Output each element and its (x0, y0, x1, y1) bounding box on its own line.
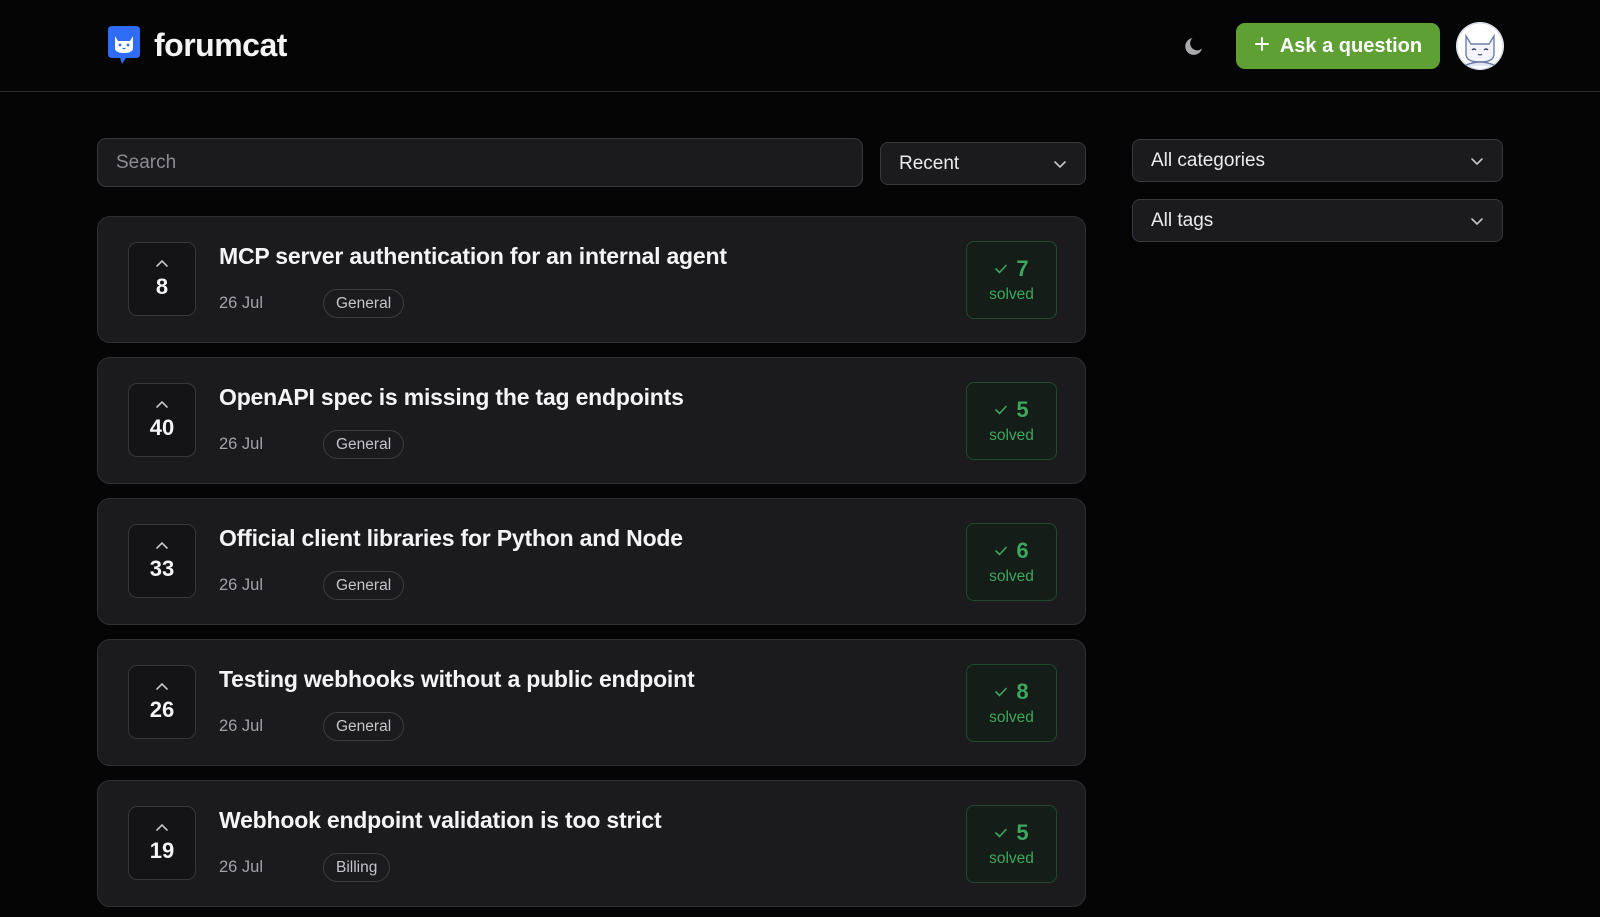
check-icon (995, 546, 1008, 556)
vote-count: 8 (155, 274, 169, 299)
post-card[interactable]: 26 Testing webhooks without a public end… (97, 639, 1086, 766)
solved-badge: 5 solved (966, 805, 1057, 883)
tags-select[interactable]: All tags (1132, 199, 1503, 242)
post-date: 26 Jul (219, 294, 264, 312)
chevron-up-icon (156, 823, 168, 831)
category-select[interactable]: All categories (1132, 139, 1503, 182)
post-date: 26 Jul (219, 717, 264, 735)
brand-link[interactable]: forumcat (104, 24, 287, 66)
cat-avatar-icon (1456, 22, 1504, 70)
forumcat-logo-icon (104, 24, 144, 66)
search-input[interactable] (97, 138, 863, 187)
answer-count: 6 (1016, 538, 1029, 563)
chevron-up-icon (156, 259, 168, 267)
category-select-value: All categories (1151, 149, 1266, 171)
solved-label: solved (989, 286, 1034, 303)
sort-select[interactable]: Recent (880, 142, 1086, 185)
plus-icon (1254, 35, 1270, 58)
post-category-tag[interactable]: General (323, 712, 405, 741)
solved-badge: 6 solved (966, 523, 1057, 601)
upvote-button[interactable]: 19 (128, 806, 196, 880)
chevron-down-icon (1471, 217, 1483, 225)
post-date: 26 Jul (219, 858, 264, 876)
brand-name: forumcat (154, 26, 287, 63)
user-avatar[interactable] (1456, 22, 1504, 70)
check-icon (995, 264, 1008, 274)
post-card[interactable]: 33 Official client libraries for Python … (97, 498, 1086, 625)
ask-question-label: Ask a question (1279, 34, 1423, 57)
upvote-button[interactable]: 33 (128, 524, 196, 598)
post-date: 26 Jul (219, 435, 264, 453)
solved-badge: 5 solved (966, 382, 1057, 460)
chevron-up-icon (156, 400, 168, 408)
post-title[interactable]: Testing webhooks without a public endpoi… (219, 666, 695, 693)
check-icon (995, 687, 1008, 697)
vote-count: 33 (149, 556, 175, 581)
solved-label: solved (989, 568, 1034, 585)
chevron-up-icon (156, 682, 168, 690)
solved-badge: 8 solved (966, 664, 1057, 742)
answer-count: 5 (1016, 820, 1029, 845)
top-navbar: forumcat Ask a question (0, 0, 1600, 92)
moon-icon[interactable] (1182, 34, 1206, 58)
post-title[interactable]: Webhook endpoint validation is too stric… (219, 807, 662, 834)
solved-label: solved (989, 427, 1034, 444)
post-category-tag[interactable]: Billing (323, 853, 391, 882)
vote-count: 40 (149, 415, 175, 440)
answer-count: 8 (1016, 679, 1029, 704)
chevron-down-icon (1471, 157, 1483, 165)
upvote-button[interactable]: 8 (128, 242, 196, 316)
solved-label: solved (989, 709, 1034, 726)
upvote-button[interactable]: 26 (128, 665, 196, 739)
chevron-down-icon (1054, 160, 1066, 168)
post-card[interactable]: 40 OpenAPI spec is missing the tag endpo… (97, 357, 1086, 484)
post-title[interactable]: OpenAPI spec is missing the tag endpoint… (219, 384, 684, 411)
chevron-up-icon (156, 541, 168, 549)
vote-count: 26 (149, 697, 175, 722)
sort-select-value: Recent (899, 152, 960, 174)
post-title[interactable]: Official client libraries for Python and… (219, 525, 683, 552)
check-icon (995, 828, 1008, 838)
vote-count: 19 (149, 838, 175, 863)
solved-label: solved (989, 850, 1034, 867)
upvote-button[interactable]: 40 (128, 383, 196, 457)
post-category-tag[interactable]: General (323, 571, 405, 600)
post-card[interactable]: 8 MCP server authentication for an inter… (97, 216, 1086, 343)
check-icon (995, 405, 1008, 415)
post-category-tag[interactable]: General (323, 430, 405, 459)
solved-badge: 7 solved (966, 241, 1057, 319)
post-date: 26 Jul (219, 576, 264, 594)
answer-count: 5 (1016, 397, 1029, 422)
ask-question-button[interactable]: Ask a question (1236, 23, 1440, 69)
post-title[interactable]: MCP server authentication for an interna… (219, 243, 727, 270)
post-category-tag[interactable]: General (323, 289, 405, 318)
answer-count: 7 (1016, 256, 1029, 281)
tags-select-value: All tags (1151, 209, 1214, 231)
post-card[interactable]: 19 Webhook endpoint validation is too st… (97, 780, 1086, 907)
